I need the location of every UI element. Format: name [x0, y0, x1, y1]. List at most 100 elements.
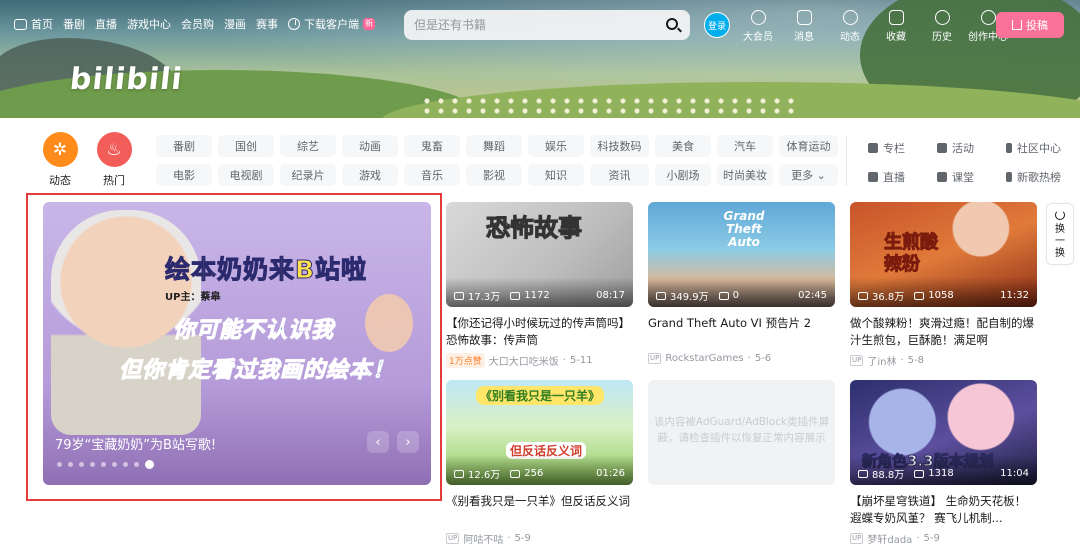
video-title[interactable]: 【崩坏星穹铁道】 生命奶天花板！ 遐蝶专奶风堇？ 赛飞儿机制...	[850, 493, 1037, 527]
carousel-dot[interactable]	[90, 462, 95, 467]
side-link-new-songs[interactable]: 新歌热榜	[1006, 169, 1061, 185]
danmaku-count: 1318	[928, 468, 954, 479]
carousel-dot[interactable]	[57, 462, 62, 467]
nav-home[interactable]: 首页	[14, 16, 53, 32]
uploader-name[interactable]: RockstarGames	[665, 353, 743, 364]
nav-label: 消息	[794, 32, 814, 43]
carousel-next-button[interactable]: ›	[397, 431, 419, 453]
nav-favorites[interactable]: 收藏	[876, 10, 916, 43]
uploader-name[interactable]: 了in林	[867, 353, 896, 368]
channel-tag[interactable]: 电影	[156, 164, 212, 186]
refresh-label: 换	[1055, 248, 1065, 259]
channel-tag[interactable]: 国创	[218, 135, 274, 157]
carousel-caption[interactable]: 79岁“宝藏奶奶”为B站写歌!	[55, 434, 216, 453]
video-meta: 1万点赞 大口大口吃米饭 · 5-11	[446, 353, 633, 368]
view-count: 88.8万	[872, 470, 905, 481]
carousel-dot[interactable]	[68, 462, 73, 467]
channel-tag[interactable]: 纪录片	[280, 164, 336, 186]
side-link-label: 新歌热榜	[1017, 171, 1061, 184]
dynamic-label: 动态	[49, 174, 71, 187]
carousel-dot[interactable]	[145, 460, 154, 469]
nav-bangumi[interactable]: 番剧	[63, 16, 85, 32]
nav-download-client[interactable]: 下载客户端新	[288, 16, 375, 32]
video-card[interactable]: Grand Theft Auto 349.9万 0 02:45 Grand Th…	[648, 202, 835, 364]
nav-manga[interactable]: 漫画	[224, 16, 246, 32]
carousel-dot[interactable]	[101, 462, 106, 467]
video-thumbnail[interactable]: 《别看我只是一只羊》 但反话反义词 12.6万 256 01:26	[446, 380, 633, 485]
carousel-dot[interactable]	[79, 462, 84, 467]
nav-message[interactable]: 消息	[784, 10, 824, 43]
nav-label: 番剧	[63, 18, 85, 31]
video-card[interactable]: 《别看我只是一只羊》 但反话反义词 12.6万 256 01:26 《别看我只是…	[446, 380, 633, 546]
side-link-column[interactable]: 专栏	[868, 140, 923, 156]
video-thumbnail[interactable]: 生煎酸辣粉 36.8万 1058 11:32	[850, 202, 1037, 307]
video-thumbnail[interactable]: Grand Theft Auto 349.9万 0 02:45	[648, 202, 835, 307]
upload-button[interactable]: 投稿	[996, 12, 1064, 38]
video-card[interactable]: 新角色3.3版本规划 88.8万 1318 11:04 【崩坏星穹铁道】 生命奶…	[850, 380, 1037, 546]
channel-tag[interactable]: 影视	[466, 164, 522, 186]
dynamic-channel[interactable]: ✲ 动态	[42, 132, 78, 188]
carousel-prev-button[interactable]: ‹	[367, 431, 389, 453]
up-icon: UP	[850, 533, 864, 544]
video-title[interactable]: 《别看我只是一只羊》但反话反义词	[446, 493, 633, 527]
side-link-classroom[interactable]: 课堂	[937, 169, 992, 185]
channel-tag[interactable]: 舞蹈	[466, 135, 522, 157]
nav-history[interactable]: 历史	[922, 10, 962, 43]
hot-label: 热门	[103, 174, 125, 187]
channel-tag[interactable]: 科技数码	[590, 135, 649, 157]
channel-tag[interactable]: 动画	[342, 135, 398, 157]
search-icon[interactable]	[666, 18, 678, 30]
video-title[interactable]: 【你还记得小时候玩过的传声筒吗】恐怖故事：传声筒	[446, 315, 633, 349]
video-thumbnail[interactable]: 新角色3.3版本规划 88.8万 1318 11:04	[850, 380, 1037, 485]
channel-tag[interactable]: 汽车	[717, 135, 773, 157]
login-button[interactable]: 登录	[704, 12, 730, 38]
play-count-icon	[454, 469, 464, 478]
side-link-activity[interactable]: 活动	[937, 140, 992, 156]
channel-tag[interactable]: 番剧	[156, 135, 212, 157]
video-meta: UP 了in林 · 5-8	[850, 353, 1037, 368]
side-link-label: 活动	[952, 142, 974, 155]
channel-tag[interactable]: 娱乐	[528, 135, 584, 157]
video-duration: 11:32	[1000, 290, 1029, 301]
channel-tag[interactable]: 游戏	[342, 164, 398, 186]
side-link-label: 直播	[883, 171, 905, 184]
uploader-name[interactable]: 大口大口吃米饭	[489, 353, 559, 368]
nav-game-center[interactable]: 游戏中心	[127, 16, 171, 32]
video-card[interactable]: 恐怖故事 17.3万 1172 08:17 【你还记得小时候玩过的传声筒吗】恐怖…	[446, 202, 633, 368]
top-nav-left: 首页 番剧 直播 游戏中心 会员购 漫画 赛事 下载客户端新	[14, 16, 375, 32]
video-thumbnail[interactable]: 恐怖故事 17.3万 1172 08:17	[446, 202, 633, 307]
bilibili-logo[interactable]: bilibili	[68, 62, 184, 97]
nav-mall[interactable]: 会员购	[181, 16, 214, 32]
channel-tag[interactable]: 鬼畜	[404, 135, 460, 157]
hot-channel[interactable]: ♨ 热门	[96, 132, 132, 188]
search-input[interactable]	[414, 18, 654, 32]
channel-tag[interactable]: 音乐	[404, 164, 460, 186]
video-title[interactable]: 做个酸辣粉！爽滑过瘾！配自制的爆汁生煎包，巨酥脆！满足啊	[850, 315, 1037, 349]
banner-carousel[interactable]: 绘本奶奶来B站啦 UP主：蔡皋 你可能不认识我 但你肯定看过我画的绘本！ 79岁…	[43, 202, 431, 485]
carousel-dot[interactable]	[112, 462, 117, 467]
video-title[interactable]: Grand Theft Auto VI 预告片 2	[648, 315, 835, 349]
video-card[interactable]: 生煎酸辣粉 36.8万 1058 11:32 做个酸辣粉！爽滑过瘾！配自制的爆汁…	[850, 202, 1037, 368]
channel-tag[interactable]: 知识	[528, 164, 584, 186]
video-duration: 01:26	[596, 468, 625, 479]
carousel-dot[interactable]	[134, 462, 139, 467]
channel-tag[interactable]: 小剧场	[655, 164, 711, 186]
channel-tag[interactable]: 电视剧	[218, 164, 274, 186]
carousel-dot[interactable]	[123, 462, 128, 467]
uploader-name[interactable]: 梦轩dada	[867, 531, 912, 546]
channel-tag[interactable]: 体育运动	[779, 135, 838, 157]
nav-dynamic[interactable]: 动态	[830, 10, 870, 43]
channel-tag[interactable]: 时尚美妆	[717, 164, 773, 186]
refresh-feed-button[interactable]: 换 一 换	[1046, 203, 1074, 265]
uploader-name[interactable]: 阿咕不咕	[463, 531, 503, 546]
channel-tag[interactable]: 综艺	[280, 135, 336, 157]
nav-vip[interactable]: 大会员	[738, 10, 778, 43]
nav-match[interactable]: 赛事	[256, 16, 278, 32]
side-link-live[interactable]: 直播	[868, 169, 923, 185]
live-icon	[868, 172, 878, 182]
more-channels-button[interactable]: 更多 ⌄	[779, 164, 838, 186]
side-link-community[interactable]: 社区中心	[1006, 140, 1061, 156]
nav-live[interactable]: 直播	[95, 16, 117, 32]
channel-tag[interactable]: 资讯	[590, 164, 649, 186]
channel-tag[interactable]: 美食	[655, 135, 711, 157]
